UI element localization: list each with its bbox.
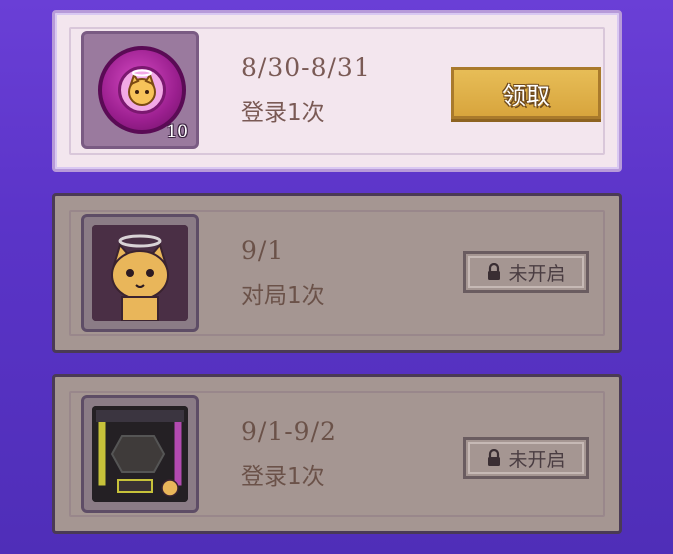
reward-description: 登录1次 (241, 464, 325, 490)
reward-item-thumb (81, 395, 199, 513)
locked-badge: 未开启 (463, 251, 589, 293)
reward-item-thumb: 10 (81, 31, 199, 149)
reward-description: 对局1次 (241, 283, 325, 309)
cat-avatar-icon (92, 225, 188, 321)
reward-date: 8/30-8/31 (241, 53, 371, 82)
reward-date: 9/1 (241, 236, 285, 265)
locked-badge-label: 未开启 (508, 262, 566, 285)
coin-icon (98, 46, 186, 134)
reward-item-thumb (81, 214, 199, 332)
profile-frame-icon (92, 406, 188, 502)
lock-icon (488, 263, 501, 280)
claim-button[interactable]: 领取 (451, 67, 601, 119)
reward-card-1: 10 8/30-8/31 登录1次 领取 (52, 10, 622, 172)
locked-badge: 未开启 (463, 437, 589, 479)
claim-button-label: 领取 (502, 81, 550, 110)
reward-card-3: 9/1-9/2 登录1次 未开启 (52, 374, 622, 534)
reward-description: 登录1次 (241, 100, 325, 126)
reward-date: 9/1-9/2 (241, 417, 337, 446)
reward-card-2: 9/1 对局1次 未开启 (52, 193, 622, 353)
item-count: 10 (166, 122, 188, 142)
locked-badge-label: 未开启 (508, 448, 566, 471)
lock-icon (488, 449, 501, 466)
